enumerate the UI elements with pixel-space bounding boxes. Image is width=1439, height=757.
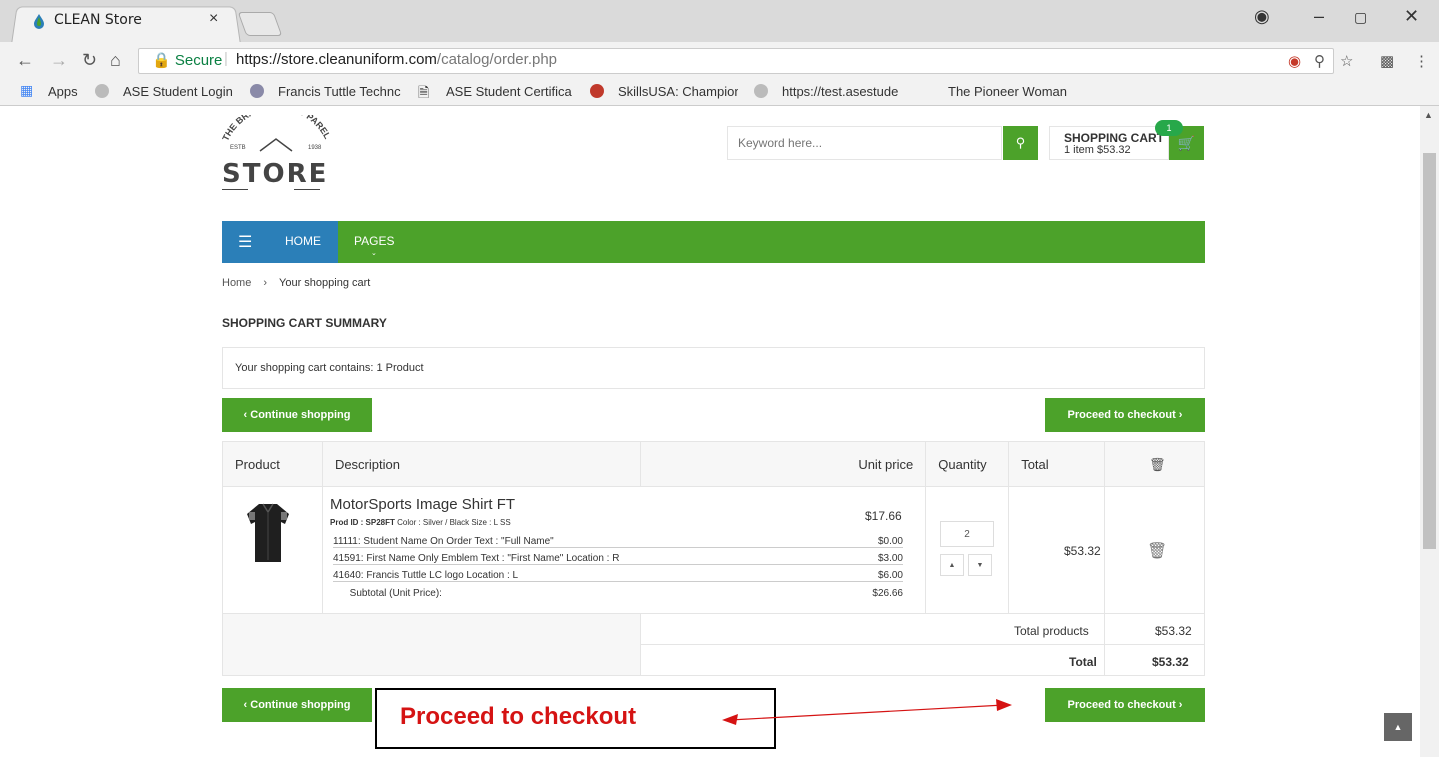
delete-item-icon[interactable]: 🗑 [1147, 541, 1167, 561]
extension-icon[interactable]: ◉ [1288, 52, 1301, 70]
cart-count-badge: 1 [1155, 120, 1183, 136]
profile-icon[interactable]: ◉ [1254, 6, 1270, 27]
quantity-input[interactable]: 2 [940, 521, 994, 547]
home-icon[interactable]: ⌂ [110, 50, 121, 71]
continue-shopping-button[interactable]: ‹ Continue shopping [222, 688, 372, 722]
bookmark-star-icon[interactable]: ☆ [1340, 52, 1353, 70]
scrollbar-thumb[interactable] [1423, 153, 1436, 549]
chevron-down-icon: ⌄ [371, 250, 377, 257]
trash-icon: 🗑 [1149, 457, 1166, 472]
nav-pages[interactable]: PAGES [354, 234, 394, 248]
bookmark-skillsusa[interactable]: SkillsUSA: Champion [618, 84, 738, 99]
logo-year: 1938 [308, 145, 322, 151]
header-quantity: Quantity [925, 441, 1010, 487]
bookmark-test-ase[interactable]: https://test.asestude [782, 84, 904, 99]
product-shirt-image[interactable] [245, 502, 291, 564]
option-line: 41640: Francis Tuttle LC logo Location :… [333, 570, 903, 582]
francis-tuttle-icon [250, 84, 264, 98]
header-unit-price: Unit price [639, 441, 927, 487]
quantity-down-button[interactable]: ▼ [968, 554, 992, 576]
cast-icon[interactable]: ▩ [1380, 52, 1394, 70]
apps-grid-icon: ▦ [20, 82, 34, 98]
header-total: Total [1008, 441, 1106, 487]
gear-icon [754, 84, 768, 98]
quantity-up-button[interactable]: ▲ [940, 554, 964, 576]
product-name[interactable]: MotorSports Image Shirt FT [330, 496, 515, 513]
option-line: 11111: Student Name On Order Text : "Ful… [333, 536, 903, 548]
close-window-icon[interactable]: ✕ [1404, 6, 1419, 27]
reload-icon[interactable]: ↻ [82, 50, 97, 71]
tab-close-icon[interactable]: × [209, 10, 218, 28]
scroll-up-icon[interactable]: ▲ [1424, 110, 1433, 120]
breadcrumb-separator: › [263, 277, 268, 289]
total-products-value: $53.32 [1155, 624, 1192, 638]
logo-store-text: STORE [222, 159, 329, 189]
maximize-icon[interactable]: ▢ [1354, 9, 1367, 26]
row-total: $53.32 [1064, 544, 1101, 558]
skillsusa-icon [590, 84, 604, 98]
url-text[interactable]: https://store.cleanuniform.com/catalog/o… [236, 51, 557, 68]
search-input[interactable] [728, 127, 1001, 159]
gear-icon [95, 84, 109, 98]
document-icon: 🗎 [418, 84, 430, 100]
logo-rule-right [294, 189, 320, 190]
nav-home[interactable]: HOME [285, 234, 321, 248]
minimize-icon[interactable]: – [1314, 6, 1324, 27]
menu-icon[interactable]: ⋮ [1414, 52, 1429, 70]
annotation-text: Proceed to checkout [400, 703, 637, 730]
secure-label[interactable]: 🔒 Secure [152, 51, 222, 69]
total-label-cell [639, 644, 1106, 676]
address-divider: | [224, 50, 228, 67]
header-description: Description [321, 441, 641, 487]
logo-estb: ESTB [230, 145, 246, 151]
tab-title: CLEAN Store [54, 12, 142, 28]
back-to-top-button[interactable]: ▲ [1384, 713, 1412, 741]
bookmark-francis-tuttle[interactable]: Francis Tuttle Technc [278, 84, 403, 99]
bookmark-ase-login[interactable]: ASE Student Login [123, 84, 233, 99]
breadcrumb-current: Your shopping cart [279, 277, 371, 289]
proceed-to-checkout-button[interactable]: Proceed to checkout › [1045, 688, 1205, 722]
bookmark-apps[interactable]: Apps [48, 84, 78, 99]
totals-spacer [222, 613, 641, 676]
forward-icon[interactable]: → [50, 50, 68, 71]
logo-arc-text: THE BRANDING & APPAREL [220, 115, 333, 143]
back-icon[interactable]: ← [16, 50, 34, 71]
search-button[interactable]: ⚲ [1003, 126, 1038, 160]
total-label: Total [1069, 655, 1097, 669]
clean-droplet-icon [34, 14, 44, 29]
header-product: Product [222, 441, 323, 487]
continue-shopping-button[interactable]: ‹ Continue shopping [222, 398, 372, 432]
cart-icon: 🛒 [1177, 135, 1196, 151]
breadcrumb: Home › Your shopping cart [222, 277, 370, 289]
cart-contains-box: Your shopping cart contains: 1 Product [222, 347, 1205, 389]
cart-title: SHOPPING CART [1064, 131, 1165, 145]
cart-contains-text: Your shopping cart contains: 1 Product [235, 362, 424, 374]
search-box[interactable] [727, 126, 1002, 160]
zoom-icon[interactable]: ⚲ [1314, 52, 1325, 70]
quantity-cell [925, 486, 1010, 614]
hamburger-icon[interactable]: ☰ [238, 232, 252, 252]
cart-summary-text: 1 item $53.32 [1064, 144, 1131, 156]
page-title: SHOPPING CART SUMMARY [222, 316, 387, 330]
store-logo[interactable]: THE BRANDING & APPAREL ESTB 1938 STORE [218, 115, 336, 195]
option-subtotal-line: Subtotal (Unit Price): $26.66 [333, 588, 903, 599]
search-icon: ⚲ [1015, 135, 1026, 150]
unit-price: $17.66 [865, 509, 902, 523]
bookmark-pioneer-woman[interactable]: The Pioneer Woman [948, 84, 1067, 99]
breadcrumb-home[interactable]: Home [222, 277, 251, 289]
cart-summary-box[interactable]: SHOPPING CART 1 item $53.32 [1049, 126, 1169, 160]
total-products-label: Total products [1014, 624, 1089, 638]
bookmark-ase-cert[interactable]: ASE Student Certifica [446, 84, 572, 99]
logo-rule-left [222, 189, 248, 190]
option-line: 41591: First Name Only Emblem Text : "Fi… [333, 553, 903, 565]
total-value: $53.32 [1152, 655, 1189, 669]
product-meta: Prod ID : SP28FT Color : Silver / Black … [330, 518, 511, 527]
proceed-to-checkout-button[interactable]: Proceed to checkout › [1045, 398, 1205, 432]
